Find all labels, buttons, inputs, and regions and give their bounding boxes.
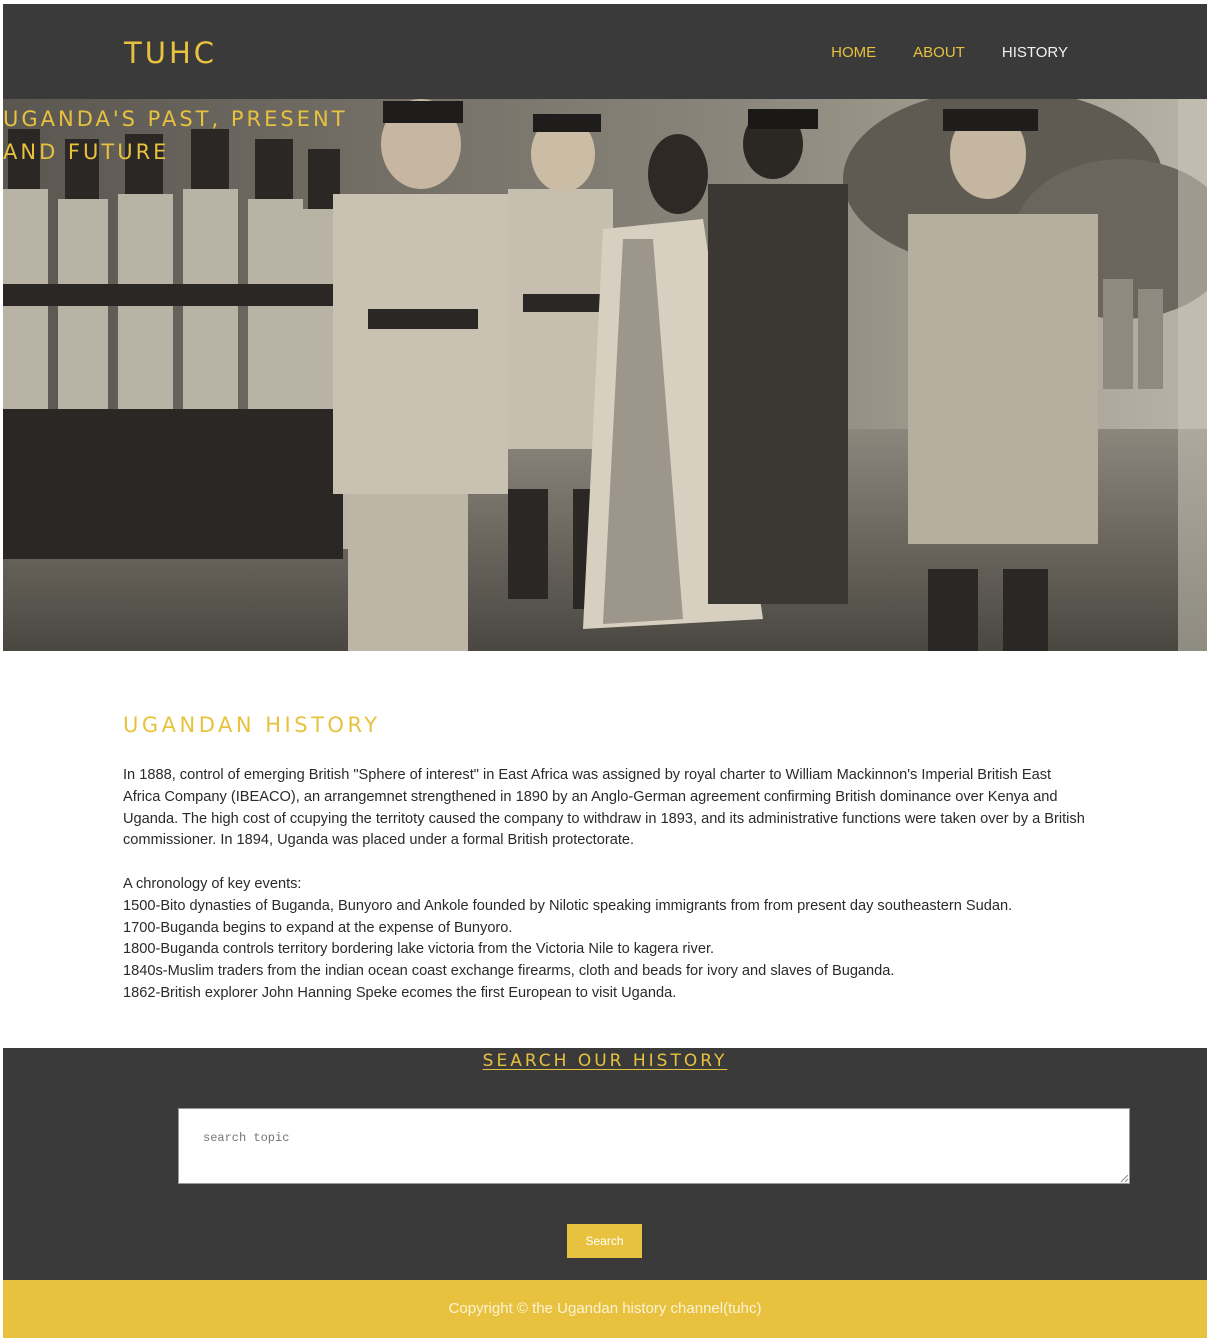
resize-grip-icon[interactable] <box>1120 1174 1129 1183</box>
search-section: SEARCH OUR HISTORY Search <box>3 1048 1207 1280</box>
nav-about-link[interactable]: ABOUT <box>913 44 965 61</box>
event-item: 1500-Bito dynasties of Buganda, Bunyoro … <box>123 897 1013 914</box>
event-item: 1840s-Muslim traders from the indian oce… <box>123 963 895 980</box>
chronology-label: A chronology of key events: <box>123 875 302 892</box>
history-intro: In 1888, control of emerging British "Sp… <box>123 767 1085 849</box>
search-title: SEARCH OUR HISTORY <box>482 1051 728 1071</box>
event-item: 1862-British explorer John Hanning Speke… <box>123 984 677 1001</box>
search-input[interactable] <box>178 1108 1130 1184</box>
event-item: 1700-Buganda begins to expand at the exp… <box>123 919 513 936</box>
search-button[interactable]: Search <box>567 1224 642 1258</box>
hero-photo <box>3 99 1207 651</box>
copyright-text: Copyright © the Ugandan history channel(… <box>448 1300 762 1317</box>
site-footer: Copyright © the Ugandan history channel(… <box>3 1280 1207 1338</box>
main-nav: HOME ABOUT HISTORY <box>831 44 1068 61</box>
history-section: UGANDAN HISTORY In 1888, control of emer… <box>123 713 1088 1005</box>
hero-banner: UGANDA'S PAST, PRESENT AND FUTURE <box>3 99 1207 651</box>
site-logo[interactable]: TUHC <box>124 36 217 70</box>
event-item: 1800-Buganda controls territory borderin… <box>123 941 715 958</box>
nav-history-link[interactable]: HISTORY <box>1002 44 1068 61</box>
history-heading: UGANDAN HISTORY <box>123 713 381 737</box>
hero-title: UGANDA'S PAST, PRESENT AND FUTURE <box>3 107 348 164</box>
nav-home-link[interactable]: HOME <box>831 44 876 61</box>
site-header: TUHC HOME ABOUT HISTORY <box>3 4 1207 99</box>
